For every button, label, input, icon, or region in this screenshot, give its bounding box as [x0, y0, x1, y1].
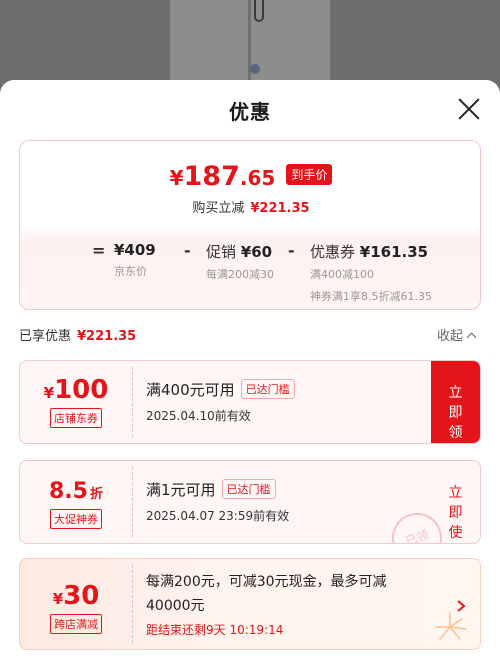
minus-sign: - — [288, 241, 295, 260]
collapse-button[interactable]: 收起 — [437, 325, 477, 344]
promotion-countdown: 距结束还剩9天 10:19:14 — [146, 623, 284, 637]
coupon-discount: 优惠券 ¥161.35 满400减100 神券满1享8.5折减61.35 — [310, 243, 432, 303]
discount-sheet: 优惠 ¥187.65 到手价 购买立减 ¥221.35 = ¥409 京东价 - … — [0, 80, 500, 672]
threshold-badge: 已达门槛 — [221, 479, 276, 499]
minus-sign: - — [184, 241, 191, 260]
promotion-value: ¥30 跨店满减 — [20, 559, 132, 649]
savings-line: 购买立减 ¥221.35 — [192, 201, 310, 216]
coupon-expiry: 2025.04.07 23:59前有效 — [146, 509, 290, 523]
chevron-right-icon — [457, 600, 466, 612]
coupon-card: ¥100 店铺东券 满400元可用已达门槛 2025.04.10前有效 立即领取 — [19, 360, 481, 444]
use-coupon-button[interactable]: 立即使用 — [431, 461, 480, 543]
close-icon[interactable] — [456, 96, 482, 122]
coupon-type-label: 大促神券 — [50, 509, 102, 529]
claim-coupon-button[interactable]: 立即领取 — [431, 361, 480, 443]
promotion-condition-line1: 每满200元，可减30元现金，最多可减 — [146, 574, 387, 590]
promo-discount: 促销 ¥60 每满200减30 — [206, 243, 274, 281]
equals-sign: = — [92, 241, 106, 260]
firework-decoration — [435, 612, 467, 640]
chevron-up-icon — [466, 332, 477, 343]
product-image — [170, 0, 330, 92]
coupon-type-label: 店铺东券 — [50, 408, 102, 428]
coupon-value: ¥100 店铺东券 — [20, 361, 132, 443]
promotion-condition-line2: 40000元 — [146, 598, 205, 614]
base-price: ¥409 京东价 — [114, 241, 156, 278]
coupon-value: 8.5 折 大促神券 — [20, 461, 132, 543]
sheet-title: 优惠 — [229, 100, 271, 124]
price-summary-card: ¥187.65 到手价 购买立减 ¥221.35 = ¥409 京东价 - 促销 … — [19, 140, 481, 310]
enjoyed-discount: 已享优惠 ¥221.35 — [19, 329, 137, 344]
coupon-card: 8.5 折 大促神券 满1元可用 已达门槛 2025.04.07 23:59前有效 … — [19, 460, 481, 544]
final-price-tag: 到手价 — [286, 164, 333, 185]
threshold-badge: 已达门槛 — [240, 379, 295, 399]
final-price: ¥187.65 到手价 — [20, 161, 482, 192]
coupon-expiry: 2025.04.10前有效 — [146, 409, 251, 423]
coupon-condition: 满400元可用 已达门槛 — [146, 379, 295, 400]
coupon-condition: 满1元可用 已达门槛 — [146, 479, 276, 500]
promotion-type-label: 跨店满减 — [50, 614, 102, 634]
brand-logo — [250, 64, 260, 74]
promotion-card[interactable]: ¥30 跨店满减 每满200元，可减30元现金，最多可减 40000元 距结束还… — [19, 558, 481, 650]
